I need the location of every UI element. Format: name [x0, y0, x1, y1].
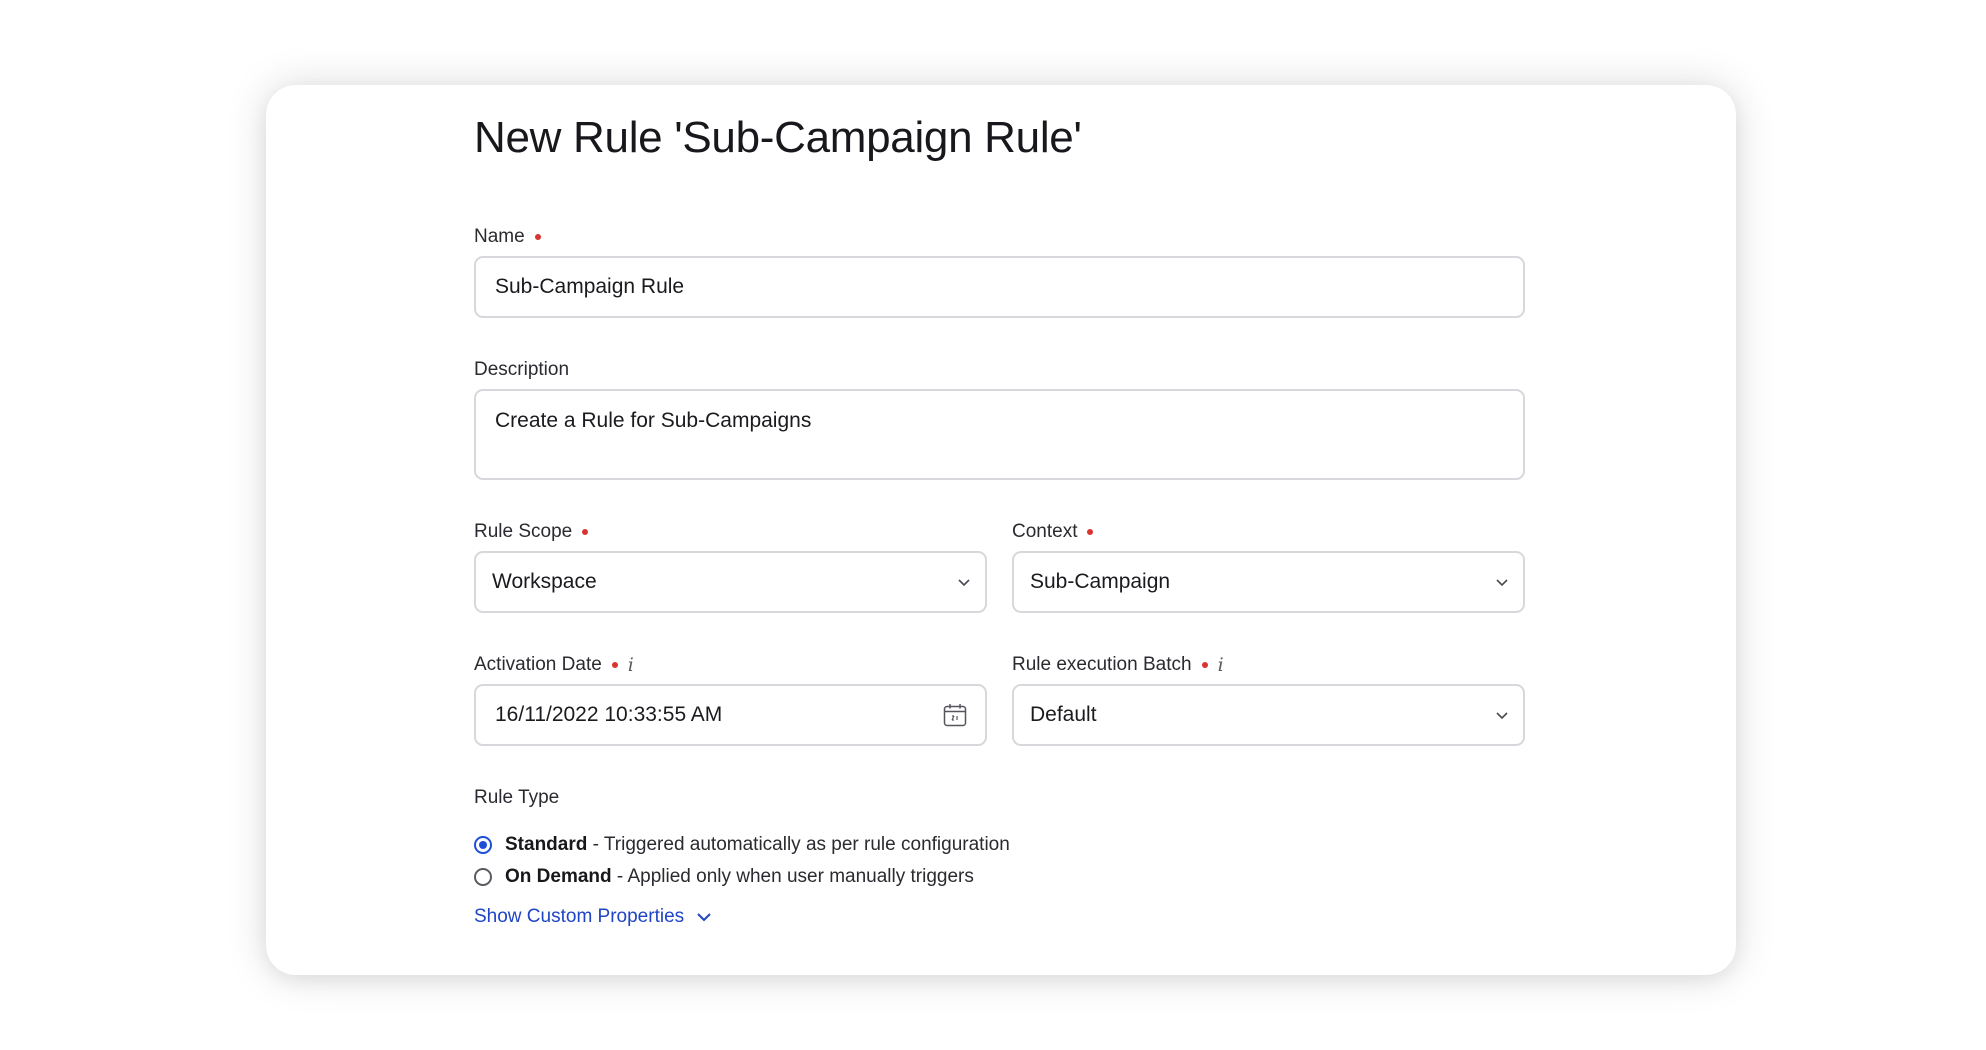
rule-type-label-text: Rule Type [474, 787, 560, 808]
show-custom-properties-text: Show Custom Properties [474, 906, 685, 927]
rule-type-option-standard[interactable]: Standard - Triggered automatically as pe… [474, 834, 1010, 856]
description-textarea[interactable]: Create a Rule for Sub-Campaigns [474, 389, 1525, 480]
required-indicator [534, 234, 541, 240]
chevron-down-icon [697, 913, 711, 922]
rule-scope-label-text: Rule Scope [474, 521, 573, 542]
chevron-down-icon [958, 579, 970, 587]
rule-type-option-name: On Demand [505, 866, 612, 887]
rule-type-option-name: Standard [505, 834, 588, 855]
activation-date-label: Activation Date i [474, 654, 634, 676]
activation-date-input[interactable]: 16/11/2022 10:33:55 AM [474, 684, 987, 746]
execution-batch-label: Rule execution Batch i [1012, 654, 1224, 676]
radio-button[interactable] [474, 868, 492, 886]
context-select[interactable]: Sub-Campaign [1012, 551, 1525, 613]
rule-scope-label: Rule Scope [474, 521, 589, 543]
chevron-down-icon [1496, 579, 1508, 587]
name-input[interactable]: Sub-Campaign Rule [474, 256, 1525, 318]
description-label: Description [474, 359, 569, 381]
name-input-value: Sub-Campaign Rule [495, 275, 685, 298]
info-icon[interactable]: i [628, 654, 634, 676]
description-label-text: Description [474, 359, 570, 380]
activation-date-label-text: Activation Date [474, 654, 602, 675]
radio-button-selected[interactable] [474, 836, 492, 854]
rule-type-option-desc: - Triggered automatically as per rule co… [587, 834, 1010, 855]
required-indicator [611, 662, 618, 668]
required-indicator [1201, 662, 1208, 668]
rule-type-option-on-demand[interactable]: On Demand - Applied only when user manua… [474, 866, 974, 888]
context-label: Context [1012, 521, 1094, 543]
required-indicator [582, 529, 589, 535]
activation-date-value: 16/11/2022 10:33:55 AM [495, 703, 723, 726]
calendar-icon[interactable] [943, 703, 967, 727]
required-indicator [1087, 529, 1094, 535]
execution-batch-select[interactable]: Default [1012, 684, 1525, 746]
description-textarea-value: Create a Rule for Sub-Campaigns [495, 409, 812, 432]
name-label-text: Name [474, 226, 525, 247]
chevron-down-icon [1496, 712, 1508, 720]
show-custom-properties-link[interactable]: Show Custom Properties [474, 906, 712, 928]
rule-scope-select[interactable]: Workspace [474, 551, 987, 613]
info-icon[interactable]: i [1218, 654, 1224, 676]
rule-scope-select-value: Workspace [492, 570, 597, 593]
execution-batch-select-value: Default [1030, 703, 1097, 726]
execution-batch-label-text: Rule execution Batch [1012, 654, 1192, 675]
name-label: Name [474, 226, 541, 248]
rule-type-label: Rule Type [474, 787, 559, 809]
page-title: New Rule 'Sub-Campaign Rule' [474, 113, 1082, 162]
rule-type-option-desc: - Applied only when user manually trigge… [611, 866, 974, 887]
context-label-text: Context [1012, 521, 1078, 542]
context-select-value: Sub-Campaign [1030, 570, 1171, 593]
